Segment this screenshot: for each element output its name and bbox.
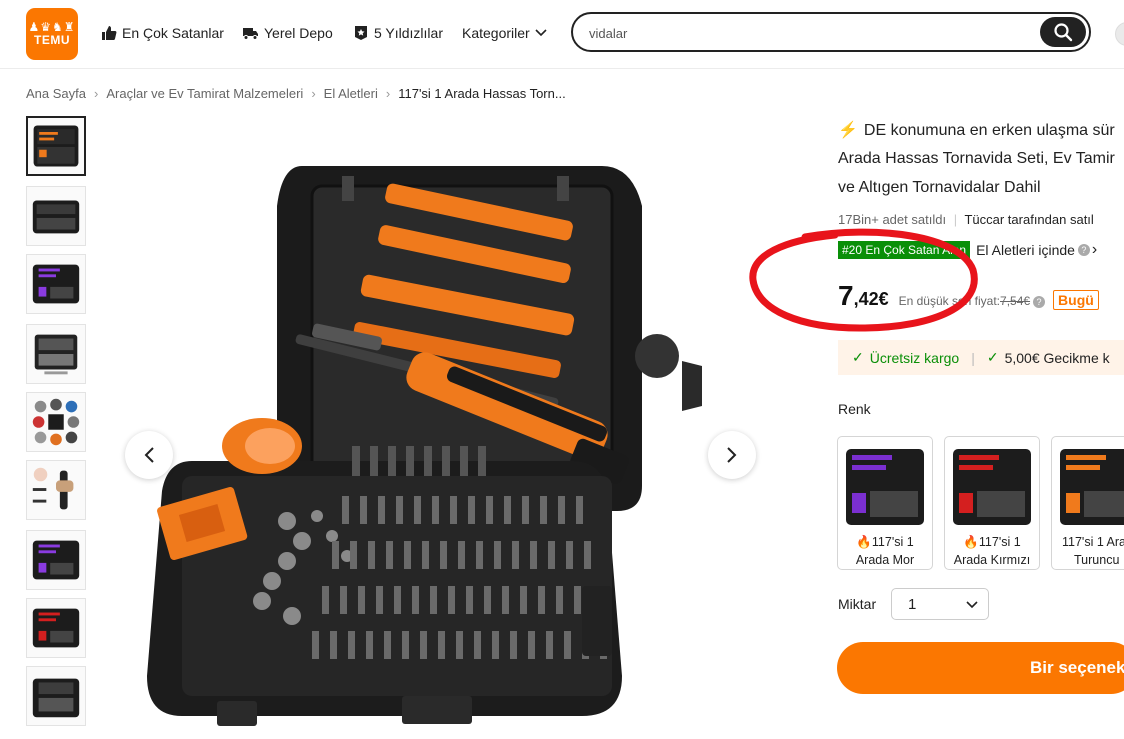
- rank-badge: #20 En Çok Satan Alan: [838, 241, 971, 259]
- breadcrumb-tools[interactable]: Araçlar ve Ev Tamirat Malzemeleri: [106, 86, 303, 101]
- price-decimal: ,42€: [853, 289, 889, 309]
- chevron-right-icon: ›: [385, 86, 391, 101]
- swatch-image: [846, 449, 924, 525]
- select-option-button[interactable]: Bir seçenek: [837, 642, 1124, 694]
- swatch-image: [1060, 449, 1124, 525]
- product-thumbnail-image: [32, 264, 80, 304]
- quantity-label: Miktar: [838, 596, 877, 612]
- nav-local-warehouse[interactable]: Yerel Depo: [242, 25, 333, 41]
- product-title-line: ⚡ DE konumuna en erken ulaşma sür: [838, 122, 1115, 139]
- thumbnail[interactable]: [26, 186, 86, 246]
- product-main-image: [102, 116, 779, 734]
- product-thumbnail-image: [32, 200, 80, 234]
- chevron-right-icon: [727, 447, 737, 463]
- thumbnail[interactable]: [26, 392, 86, 452]
- check-icon: ✓: [852, 349, 864, 365]
- product-thumbnail-image: [32, 398, 80, 446]
- breadcrumb: Ana Sayfa › Araçlar ve Ev Tamirat Malzem…: [26, 86, 566, 101]
- info-icon: ?: [1077, 244, 1090, 256]
- screwdriver-kit-image: [147, 166, 702, 726]
- swatch-image: [953, 449, 1031, 525]
- nav-best-sellers[interactable]: En Çok Satanlar: [101, 25, 224, 41]
- color-label: Renk: [838, 401, 871, 417]
- thumbnail[interactable]: [26, 530, 86, 590]
- sales-info: 17Bin+ adet satıldı | Tüccar tarafından …: [838, 212, 1094, 227]
- chevron-right-icon: ›: [1091, 241, 1098, 258]
- star-badge-icon: [355, 26, 367, 40]
- nav-categories[interactable]: Kategoriler: [462, 25, 547, 41]
- next-image-button[interactable]: [708, 431, 756, 479]
- price-integer: 7: [838, 280, 854, 311]
- thumbnail[interactable]: [26, 254, 86, 314]
- truck-icon: [243, 28, 258, 40]
- product-title-line: Arada Hassas Tornavida Seti, Ev Tamir: [838, 150, 1115, 167]
- price-row: 7 ,42€ En düşük son fiyat: 7,54€ ? Bugü: [838, 280, 1099, 312]
- breadcrumb-home[interactable]: Ana Sayfa: [26, 86, 86, 101]
- site-header: ♟♛♞♜ TEMU En Çok Satanlar Yerel Depo 5 Y…: [0, 0, 1124, 69]
- chevron-down-icon: [966, 601, 978, 609]
- product-thumbnail-image: [32, 608, 80, 648]
- rank-info[interactable]: #20 En Çok Satan Alan El Aletleri içinde…: [838, 241, 1097, 259]
- search-button[interactable]: [1040, 17, 1086, 47]
- search-icon: [1054, 23, 1073, 42]
- shipping-info[interactable]: ✓ Ücretsiz kargo | ✓ 5,00€ Gecikme k: [838, 340, 1124, 375]
- lowest-price: 7,54€: [1000, 294, 1031, 308]
- check-icon: ✓: [986, 349, 999, 365]
- breadcrumb-current: 117'si 1 Arada Hassas Torn...: [398, 86, 566, 101]
- nav-five-stars[interactable]: 5 Yıldızlılar: [353, 25, 443, 41]
- thumbnail[interactable]: [26, 116, 86, 176]
- chevron-left-icon: [144, 447, 154, 463]
- quantity-select[interactable]: 1: [891, 588, 989, 620]
- product-thumbnail-image: [32, 678, 80, 718]
- avatar[interactable]: [1115, 22, 1124, 46]
- color-swatch-orange[interactable]: 117'si 1 AradTuruncu: [1051, 436, 1124, 570]
- info-icon: ?: [1033, 296, 1046, 308]
- lightning-icon: ⚡: [838, 122, 858, 139]
- color-swatch-red[interactable]: 🔥117'si 1 Arada Kırmızı: [944, 436, 1040, 570]
- temu-logo[interactable]: ♟♛♞♜ TEMU: [26, 8, 78, 60]
- product-title-line: ve Altıgen Tornavidalar Dahil: [838, 179, 1041, 196]
- product-thumbnail-image: [32, 467, 74, 510]
- thumbnail[interactable]: [26, 324, 86, 384]
- flame-icon: 🔥: [963, 535, 979, 549]
- flame-icon: 🔥: [856, 535, 872, 549]
- product-thumbnail-image: [32, 540, 80, 580]
- thumbs-up-icon: [102, 26, 117, 40]
- thumbnail[interactable]: [26, 598, 86, 658]
- breadcrumb-hand-tools[interactable]: El Aletleri: [324, 86, 378, 101]
- prev-image-button[interactable]: [125, 431, 173, 479]
- chevron-down-icon: [535, 29, 547, 37]
- search-bar: [571, 12, 1091, 52]
- chevron-right-icon: ›: [311, 86, 316, 101]
- color-swatch-purple[interactable]: 🔥117'si 1 Arada Mor: [837, 436, 933, 570]
- chevron-right-icon: ›: [94, 86, 99, 101]
- product-thumbnail-image: [33, 125, 79, 167]
- thumbnail[interactable]: [26, 666, 86, 726]
- today-badge: Bugü: [1053, 290, 1099, 310]
- thumbnail[interactable]: [26, 460, 86, 520]
- product-thumbnail-image: [34, 334, 78, 375]
- search-input[interactable]: [587, 22, 1031, 44]
- lowest-price-label: En düşük son fiyat:: [898, 294, 1001, 308]
